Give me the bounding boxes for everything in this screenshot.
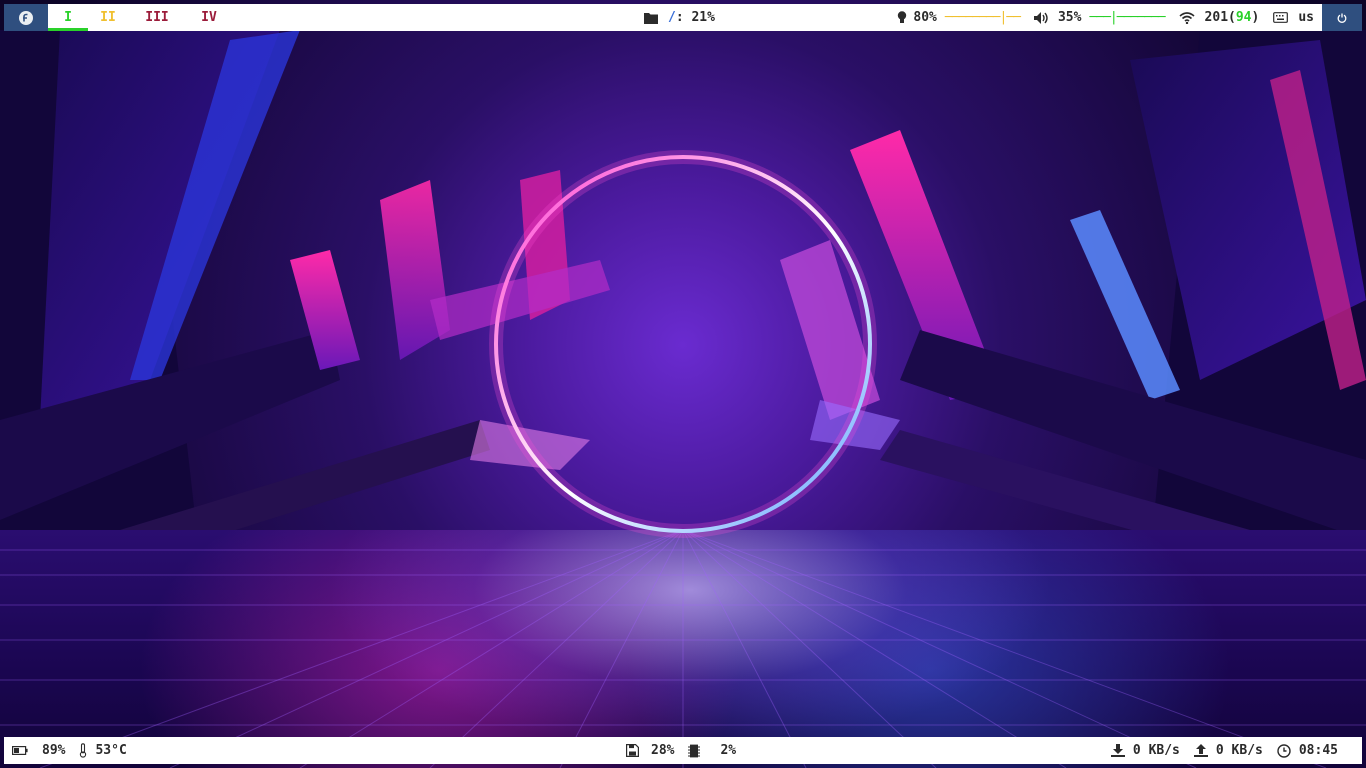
cpu-chip-icon bbox=[688, 744, 701, 758]
download-speed: 0 KB/s bbox=[1132, 743, 1180, 758]
status-indicators: 80% ────────|── 35% ───|─────── 201(94) … bbox=[897, 4, 1362, 31]
keyboard-layout-value: us bbox=[1298, 10, 1314, 25]
volume-value: 35% bbox=[1057, 10, 1082, 25]
folder-icon bbox=[644, 12, 658, 24]
memory-value: 28% bbox=[651, 743, 675, 758]
thermometer-icon bbox=[79, 743, 87, 758]
desktop-wallpaper bbox=[0, 0, 1366, 768]
power-icon bbox=[1337, 13, 1347, 23]
battery-icon bbox=[12, 746, 28, 755]
cpu-value: 2% bbox=[720, 743, 737, 758]
disk-path: / bbox=[668, 10, 676, 25]
power-button[interactable] bbox=[1322, 4, 1362, 31]
battery-value: 89% bbox=[42, 743, 66, 758]
top-status-bar: I II III IV /: 21% 80% ────────|── 35% ─… bbox=[4, 4, 1362, 31]
workspace-4-label: IV bbox=[201, 10, 217, 25]
wifi-paren-open: ( bbox=[1228, 10, 1236, 25]
brightness-slider[interactable]: ────────|── bbox=[945, 10, 1021, 25]
lightbulb-icon bbox=[897, 11, 907, 24]
keyboard-layout-widget[interactable]: us bbox=[1273, 10, 1314, 25]
workspace-1-label: I bbox=[64, 10, 72, 25]
workspace-1[interactable]: I bbox=[48, 4, 88, 31]
speaker-icon bbox=[1033, 11, 1050, 24]
keyboard-icon bbox=[1273, 12, 1289, 23]
bottom-status-bar: 89% 53°C 28% 2% 0 KB/s 0 KB/s 08:45 bbox=[4, 737, 1362, 764]
disk-usage-widget: /: 21% bbox=[644, 4, 715, 31]
brightness-widget[interactable]: 80% ────────|── bbox=[897, 10, 1021, 25]
volume-widget[interactable]: 35% ───|─────── bbox=[1033, 10, 1166, 25]
floppy-disk-icon bbox=[626, 744, 639, 757]
wifi-paren-close: ) bbox=[1251, 10, 1260, 25]
wifi-widget[interactable]: 201(94) bbox=[1179, 10, 1260, 25]
disk-usage-value: : 21% bbox=[675, 10, 715, 25]
volume-slider[interactable]: ───|─────── bbox=[1089, 10, 1165, 25]
active-workspace-indicator bbox=[48, 28, 88, 31]
upload-speed: 0 KB/s bbox=[1215, 743, 1263, 758]
launcher-button[interactable] bbox=[4, 4, 48, 31]
wifi-value: 201 bbox=[1204, 10, 1229, 25]
clock-icon bbox=[1277, 743, 1291, 758]
neon-ring bbox=[489, 150, 877, 538]
wifi-quality: 94 bbox=[1235, 10, 1252, 25]
clock-value: 08:45 bbox=[1298, 743, 1338, 758]
workspace-2-label: II bbox=[100, 10, 116, 25]
download-icon bbox=[1110, 744, 1125, 757]
brightness-value: 80% bbox=[913, 10, 937, 25]
wifi-icon bbox=[1179, 11, 1195, 24]
workspace-4[interactable]: IV bbox=[186, 4, 232, 31]
workspace-2[interactable]: II bbox=[88, 4, 128, 31]
workspace-3-label: III bbox=[145, 10, 169, 25]
temperature-value: 53°C bbox=[95, 743, 127, 758]
workspace-3[interactable]: III bbox=[128, 4, 186, 31]
fedora-logo-icon bbox=[18, 10, 34, 26]
upload-icon bbox=[1193, 744, 1208, 757]
